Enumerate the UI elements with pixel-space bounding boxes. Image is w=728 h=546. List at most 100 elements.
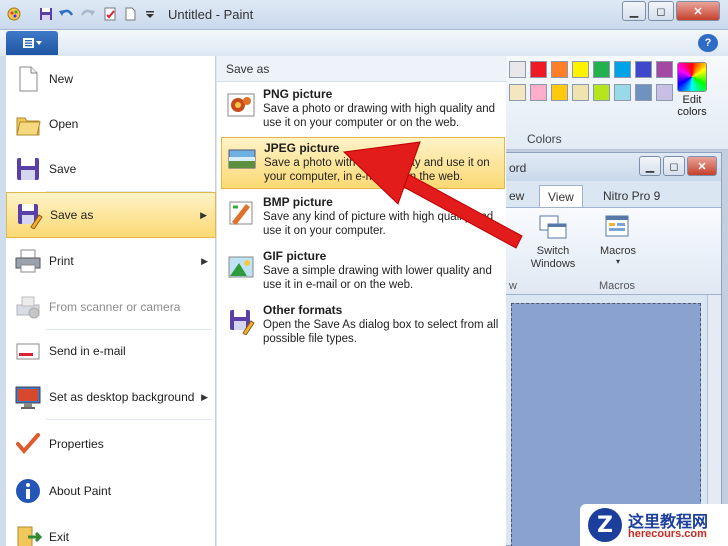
other-formats-icon: [227, 307, 255, 336]
macros-label: Macros: [599, 245, 637, 257]
file-menu-item-save[interactable]: Save: [6, 146, 216, 192]
word-title: ord: [509, 161, 527, 175]
color-swatch[interactable]: [593, 84, 610, 101]
save-as-header: Save as: [217, 56, 507, 82]
macros-button[interactable]: Macros ▾: [595, 212, 641, 266]
properties-quick-icon[interactable]: [102, 6, 118, 22]
email-icon: [14, 337, 42, 365]
file-menu-item-label: New: [49, 72, 74, 86]
color-swatch[interactable]: [509, 61, 526, 78]
file-menu-item-new[interactable]: New: [6, 56, 216, 102]
colors-group-label: Colors: [527, 132, 562, 146]
color-swatch[interactable]: [551, 84, 568, 101]
word-tab-view[interactable]: View: [539, 185, 583, 207]
switch-windows-icon: [539, 215, 567, 239]
desktop-icon: [14, 383, 42, 411]
new-document-icon: [14, 65, 42, 93]
folder-icon: [14, 110, 42, 138]
new-quick-icon[interactable]: [122, 6, 138, 22]
save-as-item-title: BMP picture: [263, 195, 333, 209]
file-menu-item-save-as[interactable]: Save as ▶: [6, 192, 216, 238]
info-icon: [14, 477, 42, 505]
customize-dropdown-icon[interactable]: [142, 6, 158, 22]
color-swatch[interactable]: [551, 61, 568, 78]
printer-icon: [14, 247, 42, 275]
file-menu-item-label: Send in e-mail: [49, 344, 126, 358]
paint-app-icon[interactable]: [6, 6, 22, 22]
file-menu-item-open[interactable]: Open: [6, 101, 216, 147]
submenu-arrow-icon: ▶: [201, 255, 208, 266]
save-as-icon: [15, 201, 43, 230]
word-title-bar: ord ▁ ◻ ✕: [501, 153, 721, 181]
menu-icon: [23, 38, 42, 48]
checkmark-icon: [14, 430, 42, 458]
file-menu-item-label: Save: [49, 162, 77, 176]
switch-windows-label: Switch Windows: [530, 245, 576, 270]
color-swatch[interactable]: [614, 84, 631, 101]
edit-colors-label: Edit colors: [677, 94, 707, 118]
maximize-button[interactable]: ◻: [648, 1, 674, 21]
word-tab-nitro[interactable]: Nitro Pro 9: [595, 185, 668, 207]
file-menu-item-label: Exit: [49, 530, 70, 544]
word-minimize-button[interactable]: ▁: [639, 156, 661, 176]
color-swatch[interactable]: [572, 61, 589, 78]
watermark-url: herecours.com: [628, 528, 707, 540]
save-as-item-description: Save a simple drawing with lower quality…: [263, 265, 492, 291]
title-bar: Untitled - Paint ▁ ◻ ✕: [0, 0, 728, 30]
file-menu-item-send-in-e-mail[interactable]: Send in e-mail: [6, 328, 216, 374]
file-menu-item-label: Set as desktop background: [49, 390, 195, 404]
save-as-item-png-picture[interactable]: PNG picture Save a photo or drawing with …: [221, 84, 505, 136]
jpeg-picture-icon: [228, 145, 256, 173]
color-swatch[interactable]: [530, 84, 547, 101]
color-swatch[interactable]: [614, 61, 631, 78]
file-menu-item-print[interactable]: Print ▶: [6, 238, 216, 284]
file-menu-item-from-scanner-or-camera: From scanner or camera: [6, 284, 216, 330]
word-close-button[interactable]: ✕: [687, 156, 717, 176]
word-maximize-button[interactable]: ◻: [663, 156, 685, 176]
color-swatch[interactable]: [530, 61, 547, 78]
submenu-arrow-icon: ▶: [200, 209, 207, 220]
file-menu-item-label: About Paint: [49, 484, 112, 498]
save-as-item-gif-picture[interactable]: GIF picture Save a simple drawing with lo…: [221, 246, 505, 298]
watermark: Z 这里教程网 herecours.com: [580, 504, 728, 546]
file-menu-item-properties[interactable]: Properties: [6, 421, 216, 467]
save-as-submenu: Save as PNG picture Save a photo or drawi…: [216, 56, 507, 546]
file-menu: New Open Save Save as ▶ Print ▶ From scanner or…: [6, 56, 216, 546]
color-swatch[interactable]: [635, 61, 652, 78]
file-menu-item-label: Open: [49, 117, 79, 131]
minimize-button[interactable]: ▁: [622, 1, 646, 21]
undo-icon[interactable]: [58, 6, 74, 22]
save-as-item-bmp-picture[interactable]: BMP picture Save any kind of picture with…: [221, 192, 505, 244]
file-menu-item-exit[interactable]: Exit: [6, 514, 216, 546]
switch-windows-button[interactable]: Switch Windows: [523, 212, 583, 271]
file-menu-item-set-as-desktop-background[interactable]: Set as desktop background ▶: [6, 374, 216, 420]
file-menu-item-about-paint[interactable]: About Paint: [6, 468, 216, 514]
save-as-item-description: Open the Save As dialog box to select fr…: [263, 319, 499, 345]
help-icon[interactable]: ?: [698, 34, 718, 52]
save-as-item-other-formats[interactable]: Other formats Open the Save As dialog box…: [221, 300, 505, 352]
color-swatch[interactable]: [656, 84, 673, 101]
edit-colors-button[interactable]: Edit colors: [672, 62, 712, 128]
window-group-label: w: [509, 280, 517, 292]
color-swatch[interactable]: [509, 84, 526, 101]
save-as-item-description: Save any kind of picture with high quali…: [263, 211, 494, 237]
scanner-icon: [14, 293, 42, 321]
floppy-disk-icon: [14, 155, 42, 183]
quick-save-icon[interactable]: [38, 6, 54, 22]
exit-icon: [14, 523, 43, 546]
save-as-item-jpeg-picture[interactable]: JPEG picture Save a photo with good quali…: [221, 137, 505, 189]
save-as-item-title: PNG picture: [263, 87, 333, 101]
file-menu-item-label: Save as: [50, 208, 94, 222]
file-menu-button[interactable]: [6, 31, 58, 55]
save-as-item-description: Save a photo with good quality and use i…: [264, 157, 490, 183]
redo-icon[interactable]: [80, 6, 96, 22]
color-swatch[interactable]: [593, 61, 610, 78]
ribbon-tab-strip: [0, 30, 728, 56]
save-as-item-description: Save a photo or drawing with high qualit…: [263, 103, 496, 129]
file-menu-item-label: From scanner or camera: [49, 300, 181, 314]
color-swatch[interactable]: [635, 84, 652, 101]
color-swatch[interactable]: [572, 84, 589, 101]
close-button[interactable]: ✕: [676, 1, 720, 21]
color-swatch[interactable]: [656, 61, 673, 78]
file-menu-item-label: Properties: [49, 437, 104, 451]
